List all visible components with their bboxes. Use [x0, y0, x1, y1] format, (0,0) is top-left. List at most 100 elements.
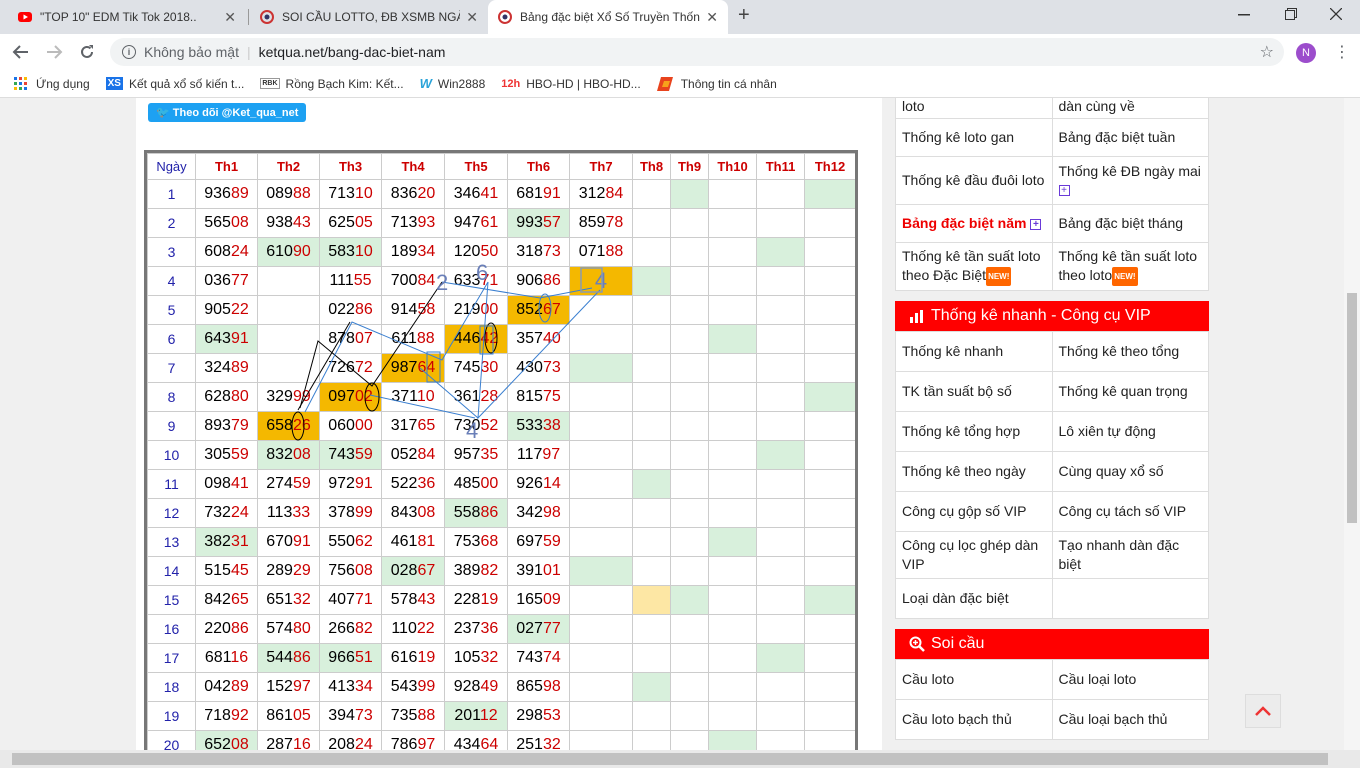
sidebar-link[interactable]: Thống kê tần suất loto theo Đặc Biệt NEW!	[895, 242, 1053, 291]
prize-cell[interactable]	[756, 701, 805, 731]
prize-cell[interactable]: 28716	[257, 730, 320, 750]
prize-cell[interactable]: 85267	[507, 295, 570, 325]
prize-cell[interactable]: 52236	[381, 469, 445, 499]
page-scrollbar[interactable]	[1344, 98, 1360, 750]
sidebar-link[interactable]: Thống kê đầu đuôi loto	[895, 156, 1053, 205]
sidebar-link[interactable]: Thống kê tần suất loto theo loto NEW!	[1051, 242, 1209, 291]
prize-cell[interactable]: 08988	[257, 179, 320, 209]
prize-cell[interactable]: 56508	[195, 208, 258, 238]
prize-cell[interactable]	[708, 730, 757, 750]
prize-cell[interactable]	[804, 730, 855, 750]
prize-cell[interactable]: 20112	[444, 701, 508, 731]
prize-cell[interactable]	[632, 324, 671, 354]
prize-cell[interactable]	[632, 643, 671, 673]
prize-cell[interactable]: 27459	[257, 469, 320, 499]
prize-cell[interactable]: 23736	[444, 614, 508, 644]
prize-cell[interactable]	[708, 324, 757, 354]
prize-cell[interactable]: 51545	[195, 556, 258, 586]
prize-cell[interactable]: 44642	[444, 324, 508, 354]
prize-cell[interactable]: 06000	[319, 411, 382, 441]
prize-cell[interactable]	[569, 469, 633, 499]
prize-cell[interactable]	[708, 498, 757, 528]
prize-cell[interactable]	[670, 295, 709, 325]
prize-cell[interactable]: 26682	[319, 614, 382, 644]
prize-cell[interactable]	[569, 701, 633, 731]
prize-cell[interactable]: 22819	[444, 585, 508, 615]
sidebar-link[interactable]: Thống kê theo tổng	[1051, 330, 1209, 372]
prize-cell[interactable]	[632, 701, 671, 731]
prize-cell[interactable]: 71310	[319, 179, 382, 209]
prize-cell[interactable]: 87807	[319, 324, 382, 354]
prize-cell[interactable]	[569, 498, 633, 528]
prize-cell[interactable]: 11155	[319, 266, 382, 296]
prize-cell[interactable]	[708, 382, 757, 412]
prize-cell[interactable]	[670, 237, 709, 267]
bookmark-hbo[interactable]: 12h HBO-HD | HBO-HD...	[501, 77, 640, 91]
prize-cell[interactable]: 39473	[319, 701, 382, 731]
prize-cell[interactable]	[670, 353, 709, 383]
sidebar-link-active[interactable]: Bảng đặc biệt năm +	[895, 204, 1053, 243]
prize-cell[interactable]	[670, 208, 709, 238]
prize-cell[interactable]	[670, 266, 709, 296]
prize-cell[interactable]	[708, 295, 757, 325]
prize-cell[interactable]: 71393	[381, 208, 445, 238]
close-window-icon[interactable]	[1330, 8, 1342, 20]
prize-cell[interactable]	[670, 440, 709, 470]
tab-bang-dac-biet[interactable]: Bảng đặc biệt Xổ Số Truyền Thống ✕	[488, 0, 728, 34]
prize-cell[interactable]: 86105	[257, 701, 320, 731]
prize-cell[interactable]	[569, 643, 633, 673]
prize-cell[interactable]	[804, 382, 855, 412]
prize-cell[interactable]	[756, 237, 805, 267]
horizontal-scrollbar-thumb[interactable]	[12, 753, 1328, 765]
prize-cell[interactable]: 83208	[257, 440, 320, 470]
prize-cell[interactable]	[756, 556, 805, 586]
prize-cell[interactable]	[708, 701, 757, 731]
expand-plus-icon[interactable]: +	[1030, 218, 1042, 230]
prize-cell[interactable]: 11333	[257, 498, 320, 528]
prize-cell[interactable]: 99357	[507, 208, 570, 238]
prize-cell[interactable]	[257, 353, 320, 383]
prize-cell[interactable]: 11022	[381, 614, 445, 644]
prize-cell[interactable]: 58310	[319, 237, 382, 267]
profile-avatar[interactable]: N	[1296, 43, 1316, 63]
prize-cell[interactable]: 10532	[444, 643, 508, 673]
prize-cell[interactable]	[756, 324, 805, 354]
prize-cell[interactable]: 34641	[444, 179, 508, 209]
prize-cell[interactable]: 36128	[444, 382, 508, 412]
prize-cell[interactable]: 90522	[195, 295, 258, 325]
prize-cell[interactable]: 31284	[569, 179, 633, 209]
prize-cell[interactable]	[569, 411, 633, 441]
prize-cell[interactable]	[257, 266, 320, 296]
prize-cell[interactable]: 25132	[507, 730, 570, 750]
menu-kebab-icon[interactable]: ⋮	[1334, 42, 1350, 62]
prize-cell[interactable]	[632, 411, 671, 441]
prize-cell[interactable]: 55062	[319, 527, 382, 557]
minimize-icon[interactable]	[1238, 14, 1250, 16]
info-icon[interactable]: i	[122, 45, 136, 59]
sidebar-link[interactable]: Lô xiên tự động	[1051, 410, 1209, 452]
prize-cell[interactable]	[804, 585, 855, 615]
prize-cell[interactable]: 02286	[319, 295, 382, 325]
prize-cell[interactable]: 95735	[444, 440, 508, 470]
prize-cell[interactable]	[756, 498, 805, 528]
sidebar-link[interactable]: Cầu loto	[895, 658, 1053, 700]
prize-cell[interactable]: 67091	[257, 527, 320, 557]
prize-cell[interactable]	[632, 440, 671, 470]
prize-cell[interactable]: 28929	[257, 556, 320, 586]
prize-cell[interactable]	[569, 556, 633, 586]
prize-cell[interactable]	[804, 643, 855, 673]
prize-cell[interactable]: 38231	[195, 527, 258, 557]
prize-cell[interactable]: 18934	[381, 237, 445, 267]
prize-cell[interactable]: 20824	[319, 730, 382, 750]
sidebar-link[interactable]: Tạo nhanh dàn đặc biệt	[1051, 530, 1209, 579]
prize-cell[interactable]	[670, 730, 709, 750]
sidebar-link[interactable]: Công cụ lọc ghép dàn VIP	[895, 530, 1053, 579]
prize-cell[interactable]	[804, 556, 855, 586]
sidebar-link[interactable]: Thống kê theo ngày	[895, 450, 1053, 492]
sidebar-link[interactable]: Thống kê loto gan	[895, 118, 1053, 157]
bookmark-star-icon[interactable]: ☆	[1260, 42, 1274, 62]
prize-cell[interactable]	[670, 498, 709, 528]
reload-icon[interactable]	[78, 43, 96, 61]
prize-cell[interactable]: 97291	[319, 469, 382, 499]
prize-cell[interactable]	[670, 527, 709, 557]
